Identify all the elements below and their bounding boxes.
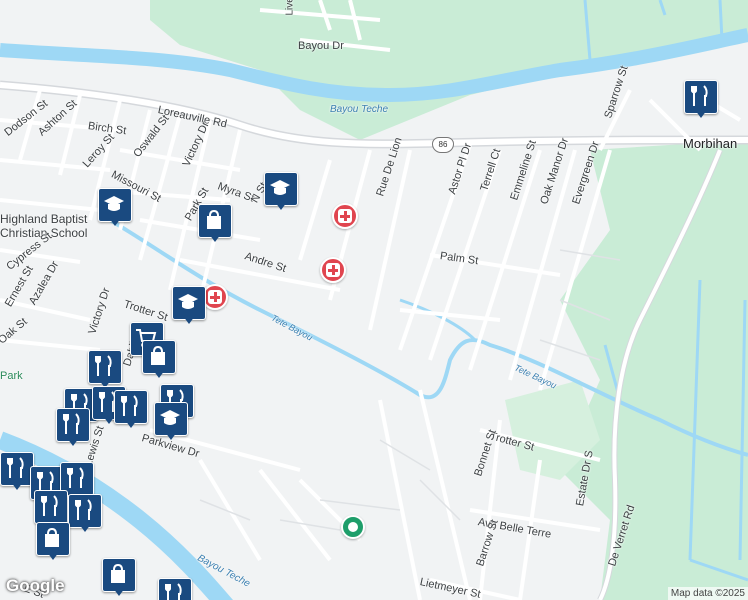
restaurant-icon[interactable] bbox=[88, 350, 122, 390]
park-label: Park bbox=[0, 370, 23, 382]
park-icon[interactable] bbox=[341, 515, 365, 539]
school-icon[interactable] bbox=[264, 172, 298, 212]
shopping-bag-icon[interactable] bbox=[198, 204, 232, 244]
hospital-icon[interactable] bbox=[320, 257, 346, 283]
restaurant-icon[interactable] bbox=[68, 494, 102, 534]
school-label-line1: Highland Baptist bbox=[0, 212, 88, 226]
hospital-icon[interactable] bbox=[332, 203, 358, 229]
highway-86-shield: 86 bbox=[432, 137, 454, 153]
shopping-bag-icon[interactable] bbox=[102, 558, 136, 598]
restaurant-icon[interactable] bbox=[0, 452, 34, 492]
google-logo: Google bbox=[6, 576, 65, 595]
restaurant-icon[interactable] bbox=[114, 390, 148, 430]
school-icon[interactable] bbox=[172, 286, 206, 326]
school-icon[interactable] bbox=[154, 402, 188, 442]
map-attribution[interactable]: Map data ©2025 bbox=[667, 587, 748, 600]
shopping-bag-icon[interactable] bbox=[142, 340, 176, 380]
park-area-east bbox=[560, 140, 748, 600]
school-icon[interactable] bbox=[98, 188, 132, 228]
street-label-live: Live bbox=[284, 0, 296, 16]
shopping-bag-icon[interactable] bbox=[36, 522, 70, 562]
restaurant-icon[interactable] bbox=[56, 408, 90, 448]
bayou-teche-north-label: Bayou Teche bbox=[330, 104, 389, 115]
restaurant-icon[interactable] bbox=[158, 578, 192, 600]
place-label-morbihan: Morbihan bbox=[683, 136, 738, 151]
restaurant-icon[interactable] bbox=[684, 80, 718, 120]
street-label-bayou-dr: Bayou Dr bbox=[298, 40, 344, 52]
map-canvas[interactable]: 86 Bayou Teche Bayou Teche Tete Bayou Te… bbox=[0, 0, 748, 600]
